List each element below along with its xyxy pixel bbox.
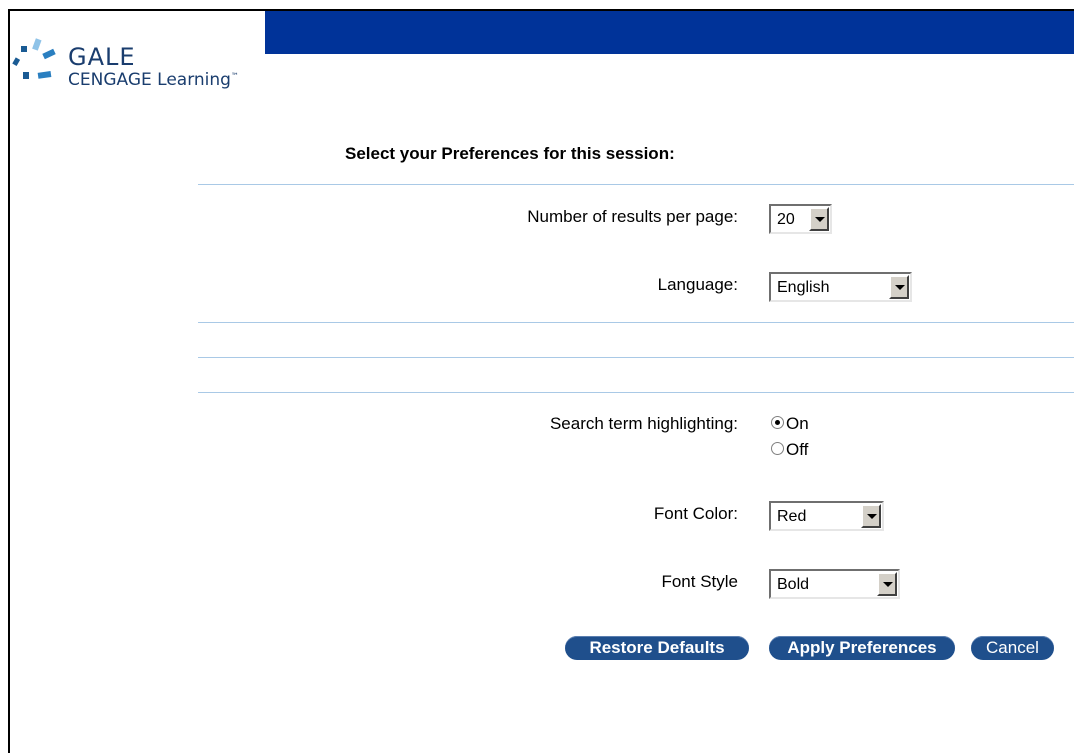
divider	[198, 357, 1074, 358]
language-select[interactable]: English	[769, 272, 912, 302]
font-style-select[interactable]: Bold	[769, 569, 900, 599]
cancel-button[interactable]: Cancel	[971, 636, 1054, 660]
page-top-margin	[0, 0, 1074, 9]
language-label: Language:	[657, 275, 738, 294]
highlighting-off-option[interactable]: Off	[771, 440, 808, 460]
apply-preferences-button[interactable]: Apply Preferences	[769, 636, 955, 660]
chevron-down-icon[interactable]	[889, 275, 909, 299]
results-per-page-select[interactable]: 20	[769, 204, 832, 234]
gale-cengage-logo[interactable]: GALE CENGAGE Learning™	[12, 38, 262, 98]
highlighting-off-label: Off	[786, 440, 809, 459]
divider	[198, 322, 1074, 323]
font-color-value: Red	[777, 508, 807, 525]
highlighting-on-option[interactable]: On	[771, 414, 809, 434]
font-color-label: Font Color:	[653, 504, 738, 523]
results-per-page-label: Number of results per page:	[527, 207, 738, 226]
divider	[198, 184, 1074, 185]
divider	[198, 392, 1074, 393]
chevron-down-icon[interactable]	[809, 207, 829, 231]
highlighting-on-label: On	[786, 414, 809, 433]
header-banner	[265, 11, 1074, 54]
logo-gale-text: GALE	[68, 43, 136, 71]
font-style-value: Bold	[777, 576, 810, 593]
results-per-page-value: 20	[777, 211, 795, 228]
language-value: English	[777, 279, 830, 296]
highlighting-label: Search term highlighting:	[549, 414, 738, 433]
font-color-select[interactable]: Red	[769, 501, 884, 531]
chevron-down-icon[interactable]	[877, 572, 897, 596]
highlighting-off-radio[interactable]	[771, 442, 784, 455]
frame-left-border	[8, 9, 10, 753]
logo-cengage-text: CENGAGE Learning™	[68, 70, 239, 90]
cengage-mark-icon	[12, 38, 56, 79]
font-style-label: Font Style	[661, 572, 738, 591]
chevron-down-icon[interactable]	[861, 504, 881, 528]
highlighting-on-radio[interactable]	[771, 416, 784, 429]
page-title: Select your Preferences for this session…	[345, 144, 675, 163]
restore-defaults-button[interactable]: Restore Defaults	[565, 636, 749, 660]
